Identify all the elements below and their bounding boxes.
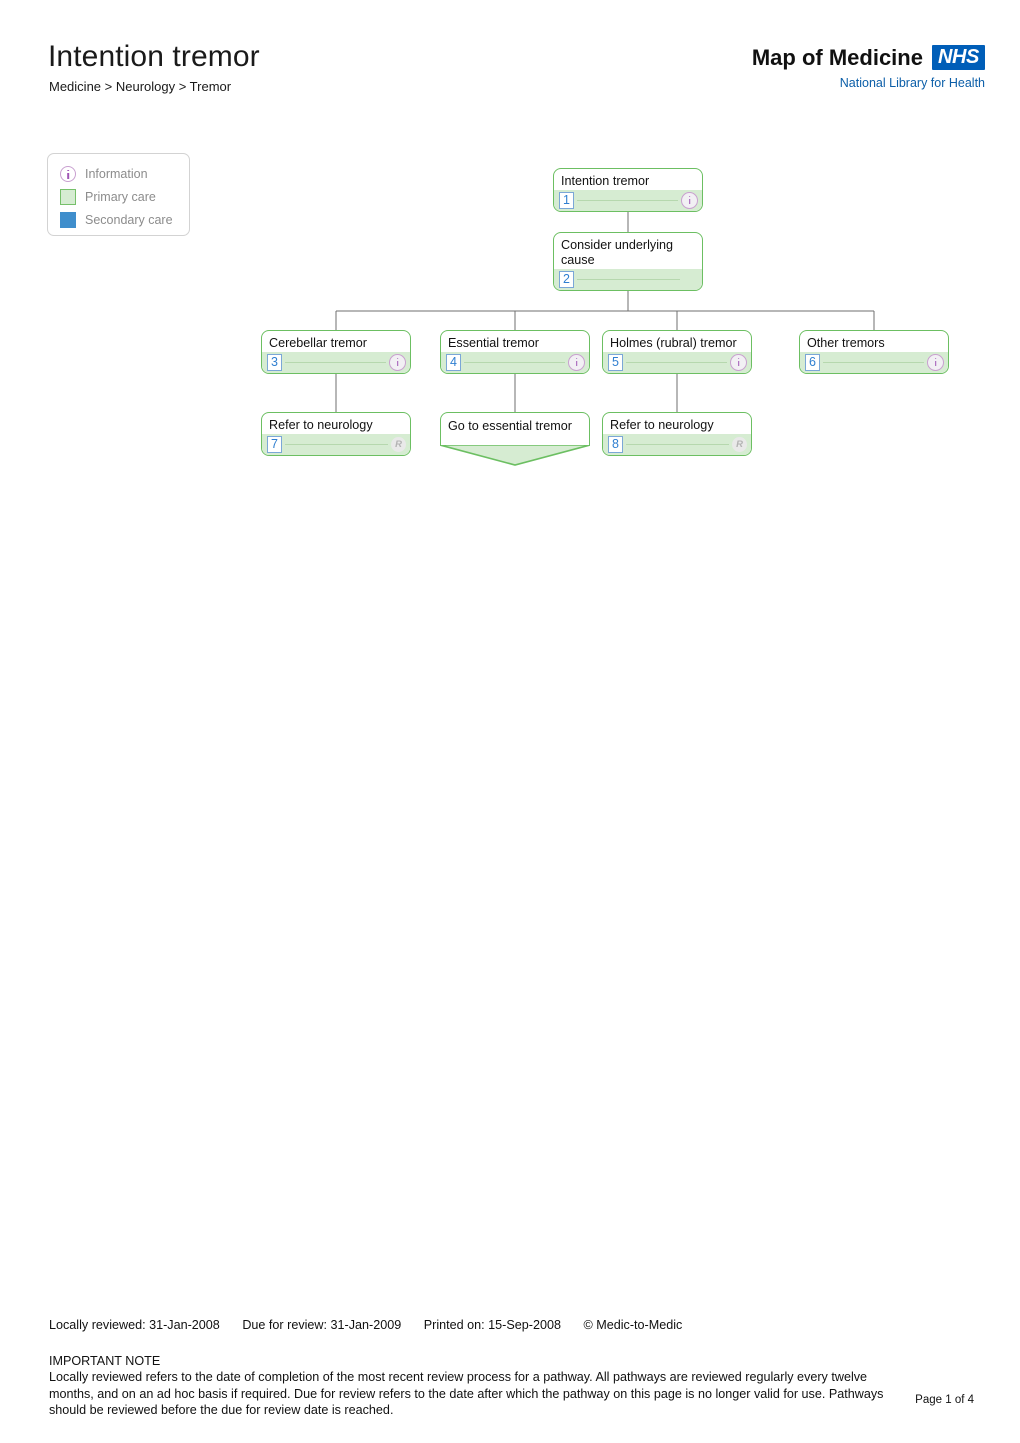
printed-on-text: Printed on: 15-Sep-2008 [423, 1318, 561, 1332]
copyright-text: © Medic-to-Medic [583, 1318, 683, 1332]
flow-node-number[interactable]: 8 [608, 436, 623, 453]
bar-rule [577, 279, 680, 280]
flow-node-5[interactable]: Holmes (rubral) tremor 5 [602, 330, 752, 374]
footer-meta-row: Locally reviewed: 31-Jan-2008 Due for re… [49, 1318, 974, 1332]
brand-subtitle: National Library for Health [839, 76, 985, 90]
flow-node-title: Essential tremor [448, 336, 539, 350]
flow-node-number[interactable]: 3 [267, 354, 282, 371]
goto-node-body: Go to essential tremor [440, 412, 590, 446]
page-title: Intention tremor [48, 40, 260, 73]
flow-node-6[interactable]: Other tremors 6 [799, 330, 949, 374]
flow-node-2[interactable]: Consider underlying cause 2 [553, 232, 703, 291]
flow-node-bar: 1 [554, 190, 702, 211]
flow-node-title: Refer to neurology [610, 418, 714, 432]
legend-item-label: Primary care [85, 189, 156, 204]
brand-title: Map of Medicine [751, 44, 923, 70]
flow-node-title: Holmes (rubral) tremor [610, 336, 737, 350]
page-number: Page 1 of 4 [915, 1394, 974, 1406]
flow-node-number[interactable]: 4 [446, 354, 461, 371]
flow-node-title: Consider underlying cause [561, 238, 674, 267]
bar-rule [577, 200, 678, 201]
flow-node-bar: 6 [800, 352, 948, 373]
flow-node-1[interactable]: Intention tremor 1 [553, 168, 703, 212]
flow-node-number[interactable]: 1 [559, 192, 574, 209]
important-note-body: Locally reviewed refers to the date of c… [49, 1370, 884, 1417]
flow-node-4[interactable]: Essential tremor 4 [440, 330, 590, 374]
referral-icon[interactable]: R [391, 437, 406, 452]
bar-rule [464, 362, 565, 363]
information-icon[interactable] [730, 354, 747, 371]
bar-rule [626, 362, 727, 363]
important-note-heading: IMPORTANT NOTE [49, 1354, 161, 1368]
goto-chevron-icon [440, 445, 590, 466]
secondary-care-swatch-icon [60, 211, 76, 228]
information-icon[interactable] [568, 354, 585, 371]
flow-node-number[interactable]: 2 [559, 271, 574, 288]
information-icon[interactable] [681, 192, 698, 209]
flow-node-goto-essential-tremor[interactable]: Go to essential tremor [440, 412, 590, 468]
flow-node-title: Intention tremor [561, 174, 650, 188]
flow-node-bar: 8 R [603, 434, 751, 455]
flow-node-number[interactable]: 7 [267, 436, 282, 453]
bar-rule [626, 444, 729, 445]
flow-node-title: Refer to neurology [269, 418, 373, 432]
flow-node-7[interactable]: Refer to neurology 7 R [261, 412, 411, 456]
due-for-review-text: Due for review: 31-Jan-2009 [242, 1318, 402, 1332]
information-icon [60, 165, 76, 182]
flow-node-title: Other tremors [807, 336, 885, 350]
flow-node-number[interactable]: 5 [608, 354, 623, 371]
referral-icon[interactable]: R [732, 437, 747, 452]
legend-item-label: Information [85, 166, 148, 181]
icon-placeholder [683, 272, 698, 287]
flow-node-bar: 3 [262, 352, 410, 373]
bar-rule [285, 444, 388, 445]
brand-block: Map of Medicine NHS National Library for… [752, 45, 985, 90]
legend-item-label: Secondary care [85, 212, 173, 227]
bar-rule [285, 362, 386, 363]
bar-rule [823, 362, 924, 363]
nhs-logo: NHS [931, 45, 985, 70]
locally-reviewed-text: Locally reviewed: 31-Jan-2008 [49, 1318, 220, 1332]
primary-care-swatch-icon [60, 188, 76, 205]
flow-node-title: Cerebellar tremor [269, 336, 367, 350]
flow-node-number[interactable]: 6 [805, 354, 820, 371]
flow-node-bar: 4 [441, 352, 589, 373]
legend-item-information: Information [60, 162, 189, 185]
information-icon[interactable] [389, 354, 406, 371]
flow-node-8[interactable]: Refer to neurology 8 R [602, 412, 752, 456]
flow-node-bar: 2 [554, 269, 702, 290]
information-icon[interactable] [927, 354, 944, 371]
page-header: Intention tremor Medicine > Neurology > … [0, 0, 1020, 110]
legend-panel: Information Primary care Secondary care [47, 153, 190, 236]
flow-node-bar: 5 [603, 352, 751, 373]
flow-node-3[interactable]: Cerebellar tremor 3 [261, 330, 411, 374]
legend-item-primary-care: Primary care [60, 185, 189, 208]
flow-node-title: Go to essential tremor [448, 419, 572, 433]
legend-item-secondary-care: Secondary care [60, 208, 189, 231]
flow-node-bar: 7 R [262, 434, 410, 455]
page-footer: Locally reviewed: 31-Jan-2008 Due for re… [49, 1318, 974, 1419]
breadcrumb: Medicine > Neurology > Tremor [49, 79, 232, 94]
